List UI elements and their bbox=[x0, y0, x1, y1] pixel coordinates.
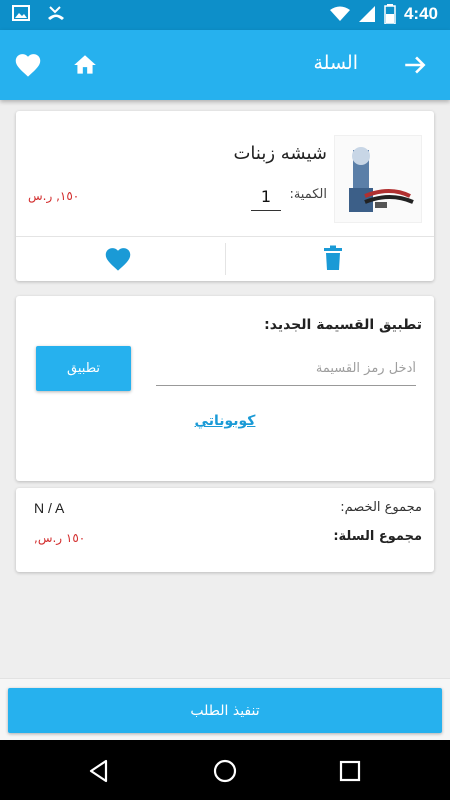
missed-call-icon bbox=[48, 6, 64, 20]
trash-icon[interactable] bbox=[321, 245, 345, 271]
my-coupons-link[interactable]: كوبوناتي bbox=[16, 413, 434, 429]
signal-icon bbox=[358, 6, 375, 22]
coupon-code-input[interactable] bbox=[156, 352, 416, 386]
discount-row: مجموع الخصم: N / A bbox=[34, 500, 422, 520]
coupon-card: تطبيق القسيمة الجديد: تطبيق كوبوناتي bbox=[16, 296, 434, 481]
checkout-button[interactable]: تنفيذ الطلب bbox=[8, 688, 442, 733]
heart-icon[interactable] bbox=[104, 246, 132, 272]
image-icon bbox=[12, 5, 30, 21]
app-bar: السلة bbox=[0, 30, 450, 100]
discount-value: N / A bbox=[34, 500, 65, 516]
product-name: شيشه زبنات bbox=[233, 143, 327, 164]
divider bbox=[16, 236, 434, 237]
clock: 4:40 bbox=[403, 4, 438, 23]
cart-summary-card: مجموع الخصم: N / A مجموع السلة: ١٥٠ ر.س, bbox=[16, 488, 434, 572]
divider bbox=[225, 243, 226, 275]
battery-icon bbox=[384, 4, 396, 24]
wifi-icon bbox=[329, 6, 350, 21]
home-circle-icon[interactable] bbox=[212, 758, 238, 784]
home-icon[interactable] bbox=[72, 52, 98, 78]
heart-icon[interactable] bbox=[14, 52, 42, 78]
product-image[interactable] bbox=[334, 135, 422, 223]
total-label: مجموع السلة: bbox=[333, 529, 422, 544]
quantity-input[interactable] bbox=[251, 183, 281, 211]
page-title: السلة bbox=[313, 52, 359, 74]
status-bar: 4:40 bbox=[0, 0, 450, 30]
discount-label: مجموع الخصم: bbox=[340, 500, 422, 515]
item-price: ١٥٠, ر.س bbox=[28, 189, 80, 203]
navigation-bar bbox=[0, 740, 450, 800]
checkout-bar: تنفيذ الطلب bbox=[0, 678, 450, 740]
recents-icon[interactable] bbox=[337, 758, 363, 784]
back-icon[interactable] bbox=[86, 758, 112, 784]
quantity-label: الكمية: bbox=[289, 187, 327, 202]
cart-item-card: شيشه زبنات الكمية: ١٥٠, ر.س bbox=[16, 111, 434, 281]
arrow-right-icon[interactable] bbox=[402, 52, 428, 78]
total-value: ١٥٠ ر.س, bbox=[34, 531, 86, 545]
apply-coupon-button[interactable]: تطبيق bbox=[36, 346, 131, 391]
coupon-title: تطبيق القسيمة الجديد: bbox=[264, 317, 422, 333]
total-row: مجموع السلة: ١٥٠ ر.س, bbox=[34, 529, 422, 549]
